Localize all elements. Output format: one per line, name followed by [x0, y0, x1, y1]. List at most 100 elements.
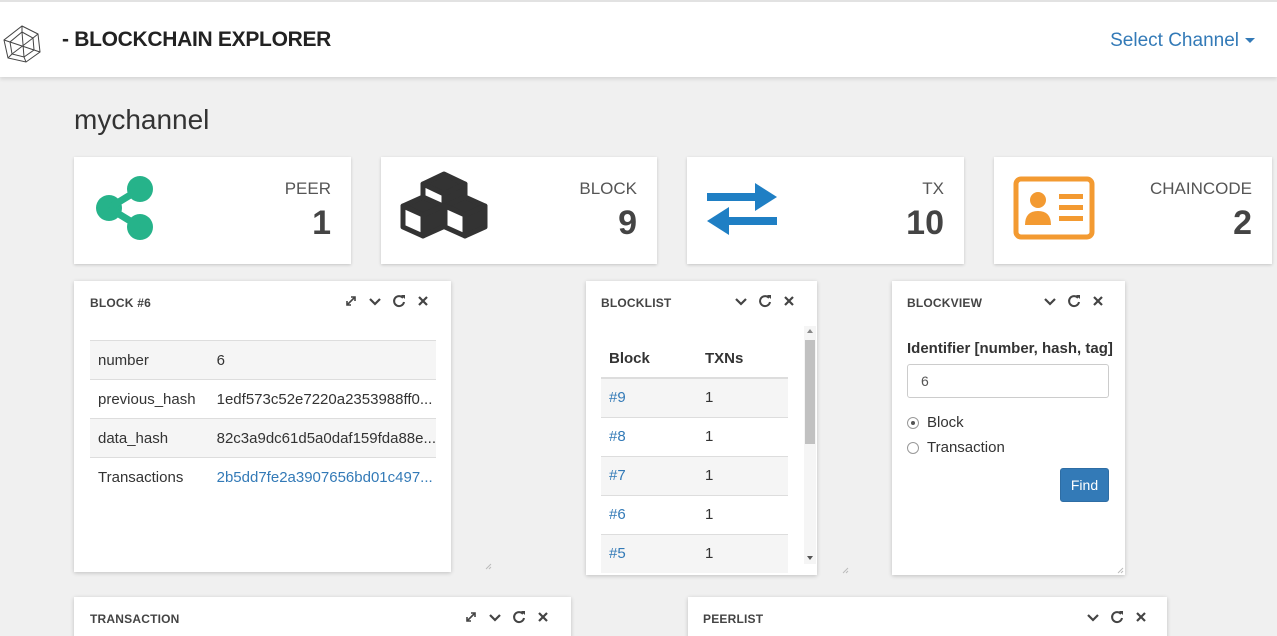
row-value: 1edf573c52e7220a2353988ff0...	[208, 379, 436, 419]
panel-title: BLOCKLIST	[601, 296, 672, 310]
close-icon[interactable]	[782, 294, 796, 308]
close-icon[interactable]	[416, 294, 430, 308]
panel-tools	[1043, 294, 1105, 308]
table-row: #8 1	[601, 416, 788, 456]
block-link[interactable]: #6	[601, 494, 697, 534]
stat-card-tx: TX 10	[687, 157, 964, 264]
table-row: data_hash 82c3a9dc61d5a0daf159fda88e...	[90, 418, 436, 458]
identifier-input[interactable]	[907, 364, 1109, 398]
exchange-icon	[707, 183, 777, 235]
refresh-icon[interactable]	[1110, 610, 1124, 624]
channel-title: mychannel	[74, 104, 210, 135]
stat-label: TX	[922, 179, 944, 198]
select-channel-label[interactable]: Select Channel	[1110, 30, 1239, 51]
row-key: Transactions	[90, 457, 209, 497]
panel-tools	[1086, 610, 1148, 624]
panel-title: TRANSACTION	[90, 612, 180, 626]
chevron-down-icon[interactable]	[368, 294, 382, 308]
radio-label[interactable]: Block	[927, 414, 964, 431]
table-row: previous_hash 1edf573c52e7220a2353988ff0.…	[90, 379, 436, 419]
share-icon	[96, 176, 153, 240]
column-header-block: Block	[601, 340, 697, 379]
blocklist-table: Block TXNs #9 1 #8 1 #7 1 #6 1 #5 1	[601, 340, 788, 573]
resize-handle-icon[interactable]	[484, 562, 492, 570]
expand-icon[interactable]	[344, 294, 358, 308]
refresh-icon[interactable]	[1067, 294, 1081, 308]
radio-option-transaction[interactable]: Transaction	[907, 439, 1005, 456]
stat-value: 10	[906, 204, 944, 242]
stat-label: PEER	[284, 179, 331, 198]
txn-count: 1	[696, 494, 788, 534]
find-button[interactable]: Find	[1060, 468, 1109, 502]
row-key: previous_hash	[90, 379, 209, 419]
stat-label: CHAINCODE	[1149, 179, 1252, 198]
peerlist-panel: PEERLIST	[688, 597, 1167, 636]
txn-count: 1	[696, 377, 788, 417]
close-icon[interactable]	[536, 610, 550, 624]
id-card-icon	[1013, 176, 1095, 240]
brand-title: - BLOCKCHAIN EXPLORER	[62, 28, 332, 51]
stat-label: BLOCK	[579, 179, 637, 198]
radio-option-block[interactable]: Block	[907, 414, 964, 431]
table-header-row: Block TXNs	[601, 340, 788, 379]
resize-handle-icon[interactable]	[841, 566, 849, 574]
row-key: number	[90, 340, 209, 380]
table-row: #5 1	[601, 533, 788, 573]
panel-tools	[344, 294, 430, 308]
txn-count: 1	[696, 455, 788, 495]
panel-tools	[734, 294, 796, 308]
scroll-up-arrow-icon[interactable]	[807, 329, 813, 333]
stat-value: 2	[1233, 204, 1252, 242]
chevron-down-icon[interactable]	[488, 610, 502, 624]
txn-count: 1	[696, 533, 788, 573]
row-key: data_hash	[90, 418, 209, 458]
stat-value: 1	[312, 204, 331, 242]
scroll-down-arrow-icon[interactable]	[807, 556, 813, 560]
caret-down-icon[interactable]	[1245, 38, 1255, 44]
stat-value: 9	[618, 204, 637, 242]
stat-card-block: BLOCK 9	[381, 157, 657, 264]
row-value: 6	[208, 340, 436, 380]
refresh-icon[interactable]	[512, 610, 526, 624]
stat-card-chaincode: CHAINCODE 2	[994, 157, 1272, 264]
chevron-down-icon[interactable]	[1086, 610, 1100, 624]
block-link[interactable]: #8	[601, 416, 697, 456]
select-channel-dropdown[interactable]: Select Channel	[1110, 30, 1255, 52]
refresh-icon[interactable]	[758, 294, 772, 308]
scroll-thumb[interactable]	[805, 340, 815, 444]
close-icon[interactable]	[1134, 610, 1148, 624]
top-navbar: - BLOCKCHAIN EXPLORER Select Channel	[0, 0, 1277, 77]
refresh-icon[interactable]	[392, 294, 406, 308]
transaction-panel: TRANSACTION	[74, 597, 571, 636]
table-row: #6 1	[601, 494, 788, 534]
identifier-label: Identifier [number, hash, tag]	[907, 340, 1113, 357]
block-link[interactable]: #5	[601, 533, 697, 573]
hyperledger-logo-icon[interactable]	[2, 24, 42, 64]
panel-title: BLOCKVIEW	[907, 296, 983, 310]
panel-tools	[464, 610, 550, 624]
radio-button-selected[interactable]	[907, 416, 919, 429]
block-details-table: number 6 previous_hash 1edf573c52e7220a235…	[90, 340, 436, 497]
table-row: #7 1	[601, 455, 788, 495]
resize-handle-icon[interactable]	[1116, 566, 1124, 574]
column-header-txns: TXNs	[696, 340, 788, 379]
blocklist-scrollbar[interactable]	[804, 326, 816, 564]
chevron-down-icon[interactable]	[734, 294, 748, 308]
txn-count: 1	[696, 416, 788, 456]
block-link[interactable]: #9	[601, 377, 697, 417]
table-row: #9 1	[601, 377, 788, 417]
table-row: Transactions 2b5dd7fe2a3907656bd01c497...	[90, 457, 436, 497]
expand-icon[interactable]	[464, 610, 478, 624]
table-row: number 6	[90, 340, 436, 380]
block-link[interactable]: #7	[601, 455, 697, 495]
chevron-down-icon[interactable]	[1043, 294, 1057, 308]
panel-title: PEERLIST	[703, 612, 764, 626]
close-icon[interactable]	[1091, 294, 1105, 308]
cubes-icon	[400, 171, 488, 239]
row-value: 82c3a9dc61d5a0daf159fda88e...	[208, 418, 436, 458]
radio-button[interactable]	[907, 441, 919, 454]
stat-card-peer: PEER 1	[74, 157, 351, 264]
radio-label[interactable]: Transaction	[927, 439, 1005, 456]
panel-title: BLOCK #6	[90, 296, 151, 310]
transaction-link[interactable]: 2b5dd7fe2a3907656bd01c497...	[208, 457, 436, 497]
